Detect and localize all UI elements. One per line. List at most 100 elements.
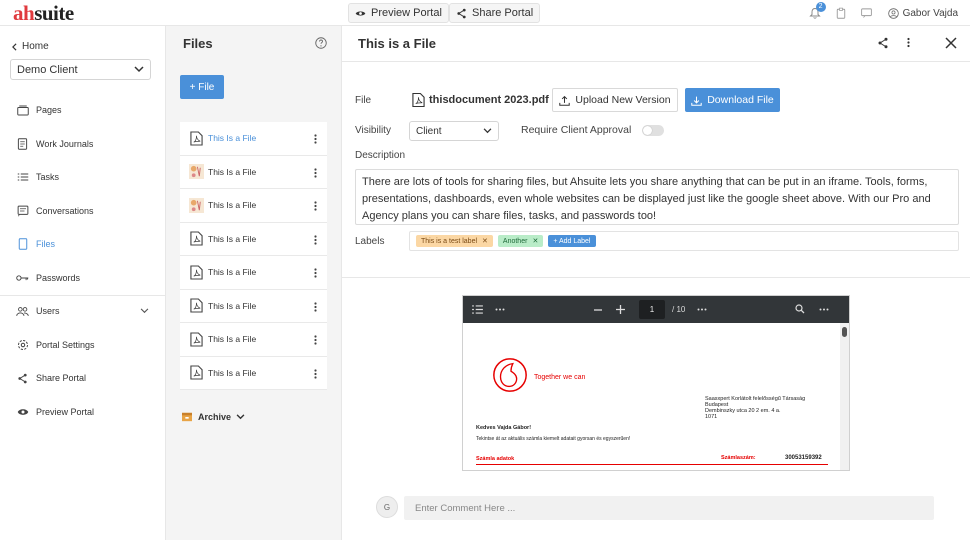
sidebar-item-users[interactable]: Users xyxy=(0,294,166,328)
archive-box-icon xyxy=(181,412,193,422)
sidebar-item-tasks[interactable]: Tasks xyxy=(0,160,166,194)
more-options-icon[interactable] xyxy=(495,308,505,311)
require-approval-toggle[interactable] xyxy=(642,125,664,136)
help-icon[interactable] xyxy=(315,37,327,49)
visibility-select[interactable]: Client xyxy=(409,121,499,141)
remove-label-icon[interactable]: ✕ xyxy=(532,237,538,245)
zoom-out-icon[interactable] xyxy=(594,309,602,311)
page-total: / 10 xyxy=(672,305,686,314)
share-icon xyxy=(16,372,29,385)
file-list-item[interactable]: This Is a File xyxy=(180,289,327,323)
sidebar-item-pages[interactable]: Pages xyxy=(0,93,166,127)
more-options-icon[interactable] xyxy=(314,234,317,245)
home-link[interactable]: Home xyxy=(11,41,49,52)
search-icon[interactable] xyxy=(795,304,805,314)
notifications-button[interactable]: 2 xyxy=(802,0,828,26)
invoice-label: Számlaszám: xyxy=(721,455,756,461)
scroll-thumb[interactable] xyxy=(842,327,847,337)
page-number-input[interactable]: 1 xyxy=(639,300,665,319)
client-select[interactable]: Demo Client xyxy=(10,59,151,80)
eye-icon xyxy=(355,8,366,19)
more-options-icon[interactable] xyxy=(314,134,317,144)
labels-field[interactable]: This is a test label ✕ Another ✕ + Add L… xyxy=(409,231,959,251)
file-name[interactable]: thisdocument 2023.pdf xyxy=(412,92,549,108)
ahsuite-logo[interactable]: ahsuite xyxy=(13,1,74,26)
chevron-down-icon xyxy=(236,414,245,420)
sidebar-item-preview-portal[interactable]: Preview Portal xyxy=(0,395,166,429)
pdf-icon xyxy=(412,92,425,108)
share-portal-button[interactable]: Share Portal xyxy=(449,3,541,23)
remove-label-icon[interactable]: ✕ xyxy=(482,237,488,245)
more-options-icon[interactable] xyxy=(819,308,829,311)
pdf-icon xyxy=(188,264,204,280)
user-menu[interactable]: Gabor Vajda xyxy=(880,8,970,19)
messages-button[interactable] xyxy=(854,0,880,26)
pdf-icon xyxy=(188,130,204,146)
pdf-icon xyxy=(188,331,204,347)
notification-badge: 2 xyxy=(815,2,826,12)
more-options-icon[interactable] xyxy=(907,37,910,48)
pdf-icon xyxy=(188,298,204,314)
file-list-item[interactable]: This Is a File xyxy=(180,189,327,223)
files-panel: Files + File This Is a File This Is a Fi… xyxy=(166,26,342,540)
comment-input[interactable]: Enter Comment Here ... xyxy=(404,496,934,520)
sidebar-item-passwords[interactable]: Passwords xyxy=(0,261,166,295)
menu-icon[interactable] xyxy=(472,305,483,314)
more-options-icon[interactable] xyxy=(314,368,317,379)
more-options-icon[interactable] xyxy=(314,268,317,278)
share-icon[interactable] xyxy=(877,37,889,49)
upload-new-version-button[interactable]: Upload New Version xyxy=(552,88,678,112)
chevron-down-icon xyxy=(483,128,492,134)
sidebar-item-portal-settings[interactable]: Portal Settings xyxy=(0,328,166,362)
key-icon xyxy=(16,272,29,285)
chevron-down-icon xyxy=(140,308,149,314)
add-label-button[interactable]: + Add Label xyxy=(548,235,596,247)
file-list-item[interactable]: This Is a File xyxy=(180,122,327,156)
file-list-item[interactable]: This Is a File xyxy=(180,155,327,189)
tasks-icon xyxy=(16,171,29,184)
pdf-scrollbar[interactable] xyxy=(840,323,849,470)
sidebar-item-conversations[interactable]: Conversations xyxy=(0,194,166,228)
file-list-item[interactable]: This Is a File xyxy=(180,222,327,256)
clipboard-icon xyxy=(835,7,847,19)
section-heading: Számla adatok xyxy=(476,456,515,462)
section-divider xyxy=(342,277,970,278)
file-list-item[interactable]: This Is a File xyxy=(180,356,327,390)
file-list-item[interactable]: This Is a File xyxy=(180,256,327,290)
pdf-viewer[interactable]: 1 / 10 Together we can Saasxpert Korláto… xyxy=(463,296,849,470)
more-options-icon[interactable] xyxy=(314,335,317,345)
files-panel-title: Files xyxy=(183,36,213,51)
more-options-icon[interactable] xyxy=(314,201,317,211)
journal-icon xyxy=(16,138,29,151)
address-line: 1071 xyxy=(705,414,718,420)
more-options-icon[interactable] xyxy=(314,301,317,312)
file-list-item[interactable]: This Is a File xyxy=(180,323,327,357)
description-field[interactable]: There are lots of tools for sharing file… xyxy=(355,169,959,225)
vodafone-logo xyxy=(491,356,529,394)
invoice-number: 30053159392 xyxy=(785,455,822,461)
clipboard-button[interactable] xyxy=(828,0,854,26)
sidebar: Home Demo Client Pages Work Journals Tas… xyxy=(0,26,166,540)
add-file-button[interactable]: + File xyxy=(180,75,224,99)
user-avatar-icon xyxy=(887,7,899,19)
visibility-label: Visibility xyxy=(355,125,391,136)
top-bar: ahsuite Preview Portal Share Portal 2 Ga… xyxy=(0,0,970,26)
download-icon xyxy=(691,95,702,106)
sidebar-item-work-journals[interactable]: Work Journals xyxy=(0,127,166,161)
archive-toggle[interactable]: Archive xyxy=(181,412,245,422)
pdf-icon xyxy=(188,365,204,381)
more-options-icon[interactable] xyxy=(697,308,707,311)
file-detail-header: This is a File xyxy=(342,26,970,62)
preview-portal-button[interactable]: Preview Portal xyxy=(348,3,449,23)
pdf-page: Together we can Saasxpert Korlátolt fele… xyxy=(467,323,836,470)
page-title: This is a File xyxy=(358,36,437,51)
download-file-button[interactable]: Download File xyxy=(685,88,780,112)
label-tag[interactable]: Another ✕ xyxy=(497,235,544,247)
sidebar-item-files[interactable]: Files xyxy=(0,227,166,261)
zoom-in-icon[interactable] xyxy=(616,305,625,314)
body-text: Tekintse át az aktuális számla kiemelt a… xyxy=(476,436,631,442)
sidebar-item-share-portal[interactable]: Share Portal xyxy=(0,361,166,395)
close-icon[interactable] xyxy=(945,37,957,49)
more-options-icon[interactable] xyxy=(314,167,317,178)
label-tag[interactable]: This is a test label ✕ xyxy=(416,235,493,247)
